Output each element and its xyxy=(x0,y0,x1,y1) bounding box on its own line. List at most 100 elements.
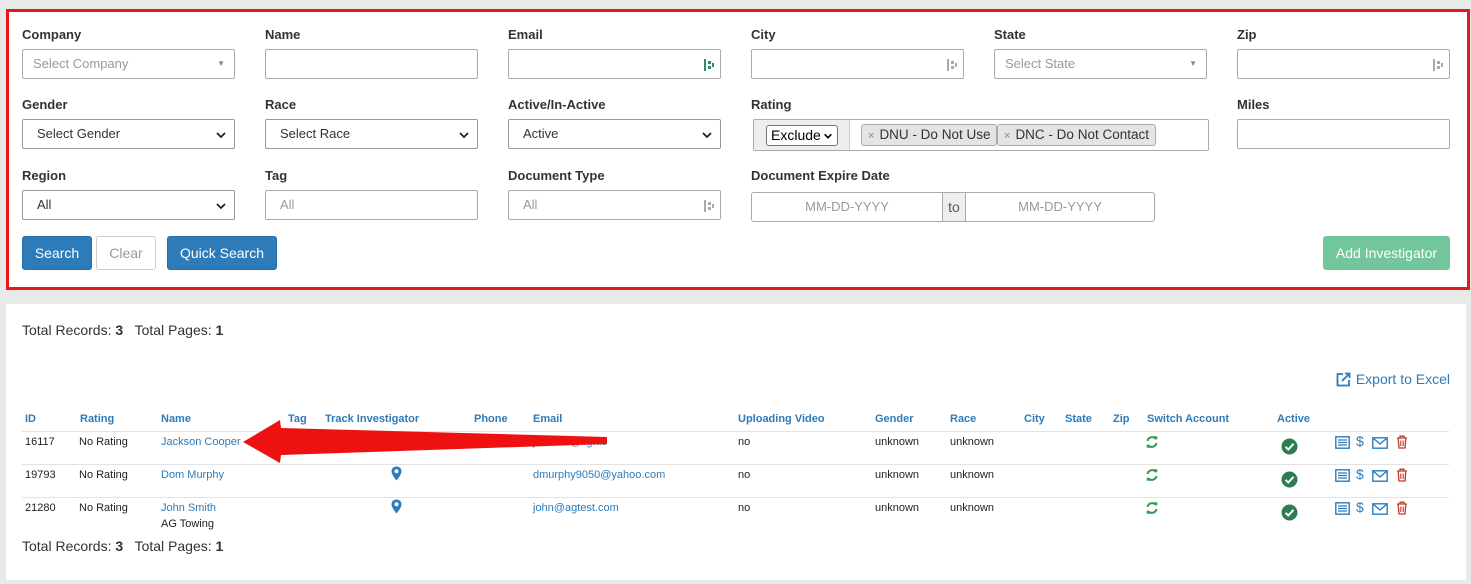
zip-input[interactable] xyxy=(1237,49,1450,79)
cell-uploading-video: no xyxy=(738,469,751,481)
trash-icon[interactable] xyxy=(1396,435,1408,449)
email-label: Email xyxy=(508,27,543,42)
document-type-input[interactable]: All xyxy=(508,190,721,220)
lastpass-icon[interactable] xyxy=(703,58,715,72)
cell-email-link[interactable]: jackson@lig.us xyxy=(533,436,607,448)
miles-input[interactable] xyxy=(1237,119,1450,149)
mail-icon[interactable] xyxy=(1372,470,1388,482)
cell-rating: No Rating xyxy=(79,502,128,514)
details-icon[interactable] xyxy=(1335,436,1350,449)
details-icon[interactable] xyxy=(1335,469,1350,482)
lastpass-icon[interactable] xyxy=(1432,58,1444,72)
expire-date-to[interactable]: MM-DD-YYYY xyxy=(965,192,1155,222)
dollar-icon[interactable]: $ xyxy=(1356,499,1364,515)
trash-icon[interactable] xyxy=(1396,468,1408,482)
total-records-label: Total Records: xyxy=(22,538,112,554)
active-label: Active/In-Active xyxy=(508,97,606,112)
col-city[interactable]: City xyxy=(1024,413,1045,425)
gender-select[interactable]: Select Gender xyxy=(22,119,235,149)
col-state[interactable]: State xyxy=(1065,413,1092,425)
name-input[interactable] xyxy=(265,49,478,79)
export-to-excel-link[interactable]: Export to Excel xyxy=(1336,371,1450,387)
tag-placeholder: All xyxy=(280,197,295,212)
cell-race: unknown xyxy=(950,469,995,481)
chevron-down-icon xyxy=(216,132,226,139)
state-select[interactable]: Select State ▼ xyxy=(994,49,1207,79)
expire-date-from-placeholder: MM-DD-YYYY xyxy=(805,199,889,214)
document-type-placeholder: All xyxy=(523,197,538,212)
region-label: Region xyxy=(22,168,67,183)
col-name[interactable]: Name xyxy=(161,413,191,425)
expire-date-from[interactable]: MM-DD-YYYY xyxy=(751,192,943,222)
lastpass-icon[interactable] xyxy=(703,199,715,213)
dollar-icon[interactable]: $ xyxy=(1356,466,1364,482)
email-input[interactable] xyxy=(508,49,721,79)
chevron-down-icon xyxy=(459,132,469,139)
rating-mode-select[interactable]: Exclude xyxy=(766,125,838,146)
col-phone[interactable]: Phone xyxy=(474,413,508,425)
expire-date-to-placeholder: MM-DD-YYYY xyxy=(1018,199,1102,214)
rating-filter: Exclude × DNU - Do Not Use × DNC - Do Not … xyxy=(753,119,1209,151)
race-select[interactable]: Select Race xyxy=(265,119,478,149)
cell-rating: No Rating xyxy=(79,436,128,448)
refresh-icon[interactable] xyxy=(1145,468,1159,482)
region-selected: All xyxy=(37,197,52,212)
active-select[interactable]: Active xyxy=(508,119,721,149)
dollar-icon[interactable]: $ xyxy=(1356,433,1364,449)
map-pin-icon[interactable] xyxy=(391,466,402,481)
mail-icon[interactable] xyxy=(1372,503,1388,515)
col-active[interactable]: Active xyxy=(1277,413,1310,425)
clear-button[interactable]: Clear xyxy=(96,236,156,270)
col-rating[interactable]: Rating xyxy=(80,413,114,425)
map-pin-icon[interactable] xyxy=(391,499,402,514)
add-investigator-button[interactable]: Add Investigator xyxy=(1323,236,1450,270)
results-panel: Total Records: 3 Total Pages: 1 Export t… xyxy=(6,304,1466,580)
cell-name-link[interactable]: Jackson Cooper xyxy=(161,436,241,448)
map-pin-icon[interactable] xyxy=(391,431,402,446)
col-gender[interactable]: Gender xyxy=(875,413,914,425)
search-button[interactable]: Search xyxy=(22,236,92,270)
company-select[interactable]: Select Company ▼ xyxy=(22,49,235,79)
remove-tag-icon[interactable]: × xyxy=(1004,130,1010,142)
rating-mode-addon: Exclude xyxy=(754,120,850,150)
race-label: Race xyxy=(265,97,297,112)
cell-gender: unknown xyxy=(875,502,920,514)
summary-top: Total Records: 3 Total Pages: 1 xyxy=(22,322,223,338)
col-race[interactable]: Race xyxy=(950,413,976,425)
total-pages-value: 1 xyxy=(215,538,224,554)
refresh-icon[interactable] xyxy=(1145,435,1159,449)
mail-icon[interactable] xyxy=(1372,437,1388,449)
col-switch-account[interactable]: Switch Account xyxy=(1147,413,1229,425)
col-tag[interactable]: Tag xyxy=(288,413,307,425)
quick-search-button[interactable]: Quick Search xyxy=(167,236,277,270)
refresh-icon[interactable] xyxy=(1145,501,1159,515)
document-expire-label: Document Expire Date xyxy=(751,168,890,183)
date-range-separator: to xyxy=(943,192,965,222)
cell-email-link[interactable]: dmurphy9050@yahoo.com xyxy=(533,469,665,481)
rating-label: Rating xyxy=(751,97,792,112)
chevron-down-icon xyxy=(216,203,226,210)
col-id[interactable]: ID xyxy=(25,413,36,425)
cell-email-link[interactable]: john@agtest.com xyxy=(533,502,619,514)
check-circle-icon xyxy=(1281,438,1298,455)
col-zip[interactable]: Zip xyxy=(1113,413,1130,425)
lastpass-icon[interactable] xyxy=(946,58,958,72)
col-track-investigator[interactable]: Track Investigator xyxy=(325,413,419,425)
cell-id: 21280 xyxy=(25,502,56,514)
total-pages-label: Total Pages: xyxy=(134,322,212,338)
city-input[interactable] xyxy=(751,49,964,79)
cell-name-link[interactable]: Dom Murphy xyxy=(161,469,224,481)
cell-name-link[interactable]: John Smith xyxy=(161,502,216,514)
col-email[interactable]: Email xyxy=(533,413,562,425)
tag-label: Tag xyxy=(265,168,288,183)
company-placeholder: Select Company xyxy=(33,56,129,71)
cell-rating: No Rating xyxy=(79,469,128,481)
search-filter-panel: Company Name Email City State Zip Select… xyxy=(6,9,1470,290)
col-uploading-video[interactable]: Uploading Video xyxy=(738,413,825,425)
state-placeholder: Select State xyxy=(1005,56,1076,71)
tag-input[interactable]: All xyxy=(265,190,478,220)
details-icon[interactable] xyxy=(1335,502,1350,515)
region-select[interactable]: All xyxy=(22,190,235,220)
trash-icon[interactable] xyxy=(1396,501,1408,515)
remove-tag-icon[interactable]: × xyxy=(868,130,874,142)
